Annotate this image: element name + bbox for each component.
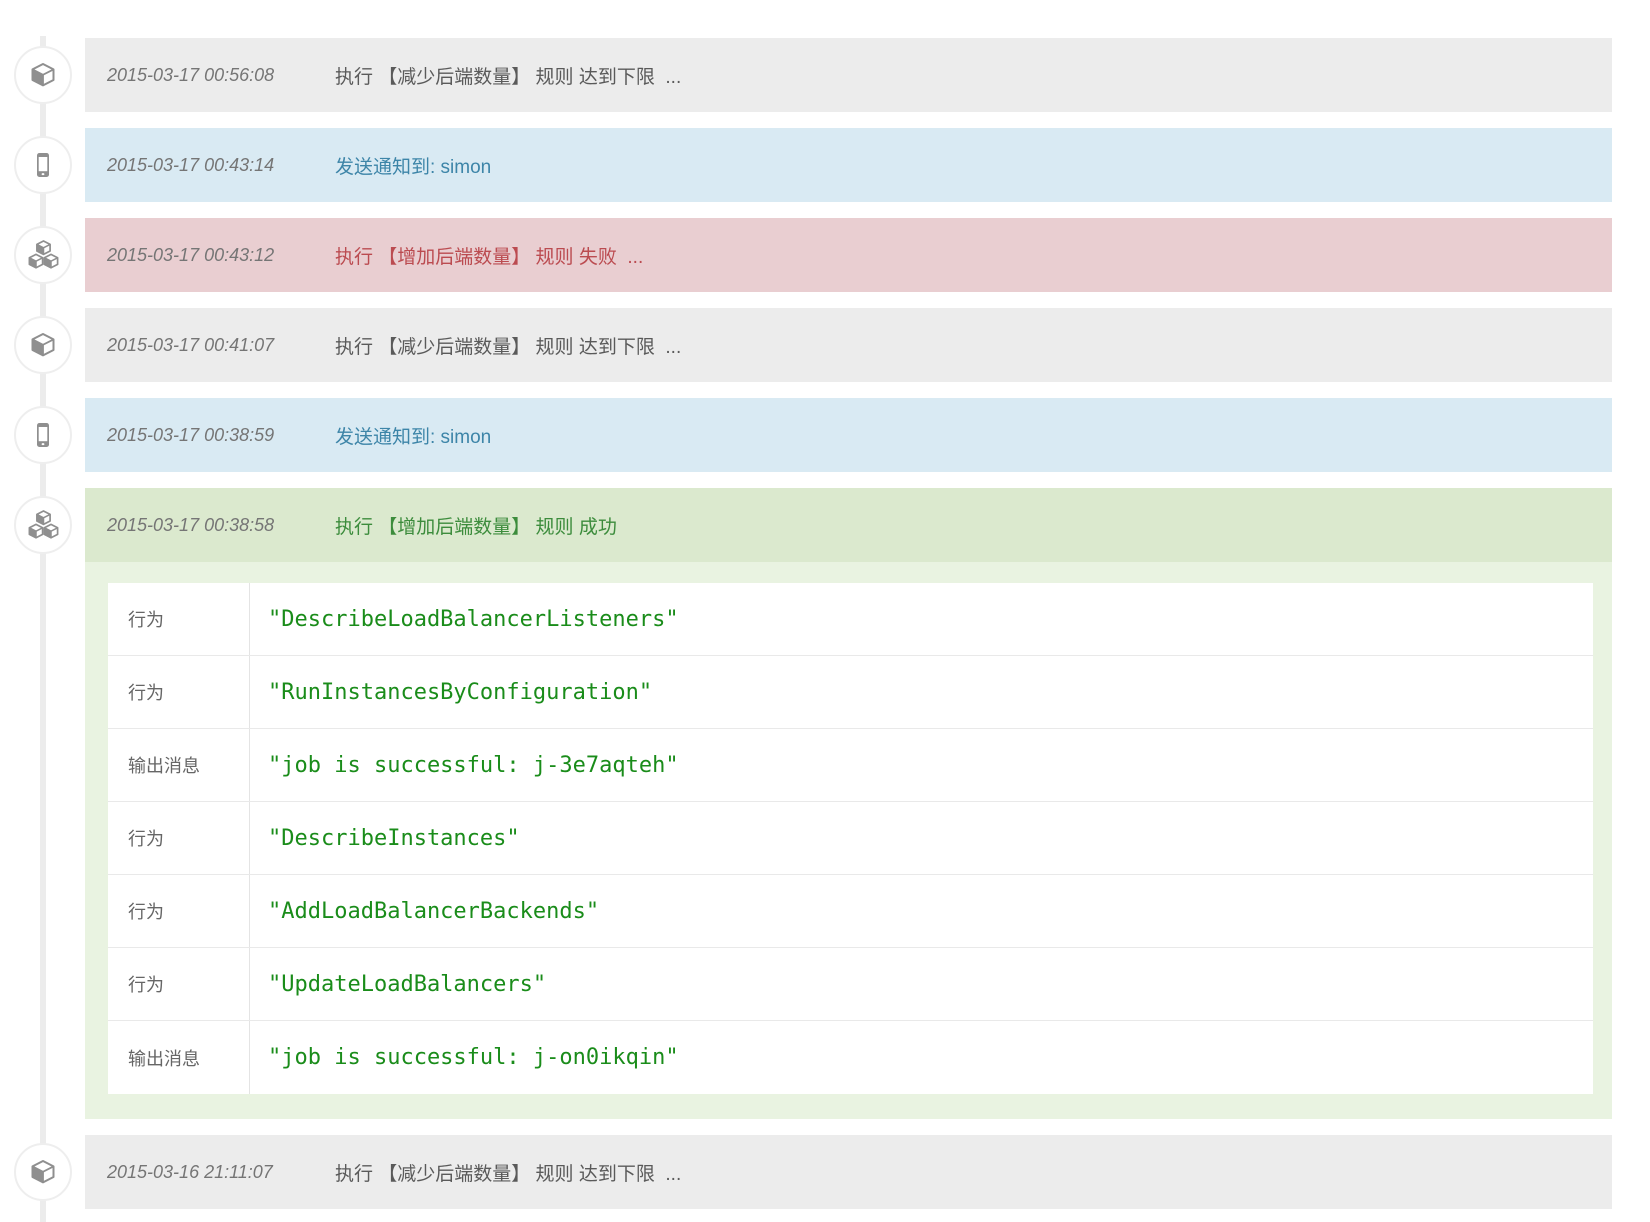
detail-label: 行为 [108,802,250,874]
detail-row: 行为 "RunInstancesByConfiguration" [108,656,1593,729]
detail-value: "AddLoadBalancerBackends" [250,875,1593,947]
event-timestamp: 2015-03-17 00:43:14 [107,155,335,176]
event-timestamp: 2015-03-17 00:56:08 [107,65,335,86]
event-header[interactable]: 2015-03-17 00:43:14 发送通知到: simon [85,128,1612,202]
event-timestamp: 2015-03-17 00:43:12 [107,245,335,266]
event-message: 执行 【减少后端数量】 规则 达到下限 ... [335,1159,681,1186]
event-message: 执行 【减少后端数量】 规则 达到下限 ... [335,62,681,89]
detail-label: 行为 [108,948,250,1020]
detail-value: "DescribeInstances" [250,802,1593,874]
detail-label: 输出消息 [108,1021,250,1094]
event-message: 发送通知到: simon [335,152,491,179]
cubes-icon [26,240,61,271]
event-header[interactable]: 2015-03-17 00:38:58 执行 【增加后端数量】 规则 成功 [85,488,1612,562]
detail-value: "RunInstancesByConfiguration" [250,656,1593,728]
detail-label: 输出消息 [108,729,250,801]
event-timestamp: 2015-03-17 00:41:07 [107,335,335,356]
detail-label: 行为 [108,656,250,728]
event-badge [14,136,72,194]
event-message: 执行 【减少后端数量】 规则 达到下限 ... [335,332,681,359]
event-row[interactable]: 2015-03-17 00:41:07 执行 【减少后端数量】 规则 达到下限 … [85,308,1612,382]
detail-value: "job is successful: j-3e7aqteh" [250,729,1593,801]
event-message: 发送通知到: simon [335,422,491,449]
event-row[interactable]: 2015-03-17 00:38:59 发送通知到: simon [85,398,1612,472]
detail-value: "UpdateLoadBalancers" [250,948,1593,1020]
event-message: 执行 【增加后端数量】 规则 失败 ... [335,242,643,269]
event-row[interactable]: 2015-03-17 00:43:12 执行 【增加后端数量】 规则 失败 ..… [85,218,1612,292]
event-message: 执行 【增加后端数量】 规则 成功 [335,512,617,539]
event-details: 行为 "DescribeLoadBalancerListeners" 行为 "R… [85,562,1612,1119]
detail-label: 行为 [108,875,250,947]
event-badge [14,1143,72,1201]
event-row[interactable]: 2015-03-17 00:38:58 执行 【增加后端数量】 规则 成功 行为… [85,488,1612,1119]
event-header[interactable]: 2015-03-17 00:41:07 执行 【减少后端数量】 规则 达到下限 … [85,308,1612,382]
detail-label: 行为 [108,583,250,655]
event-badge [14,226,72,284]
event-header[interactable]: 2015-03-17 00:38:59 发送通知到: simon [85,398,1612,472]
phone-icon [27,419,59,451]
detail-row: 行为 "DescribeLoadBalancerListeners" [108,583,1593,656]
cube-icon [27,59,59,91]
event-row[interactable]: 2015-03-17 00:43:14 发送通知到: simon [85,128,1612,202]
event-header[interactable]: 2015-03-16 21:11:07 执行 【减少后端数量】 规则 达到下限 … [85,1135,1612,1209]
detail-row: 行为 "DescribeInstances" [108,802,1593,875]
event-header[interactable]: 2015-03-17 00:43:12 执行 【增加后端数量】 规则 失败 ..… [85,218,1612,292]
event-row[interactable]: 2015-03-17 00:56:08 执行 【减少后端数量】 规则 达到下限 … [85,38,1612,112]
detail-row: 行为 "UpdateLoadBalancers" [108,948,1593,1021]
event-badge [14,496,72,554]
event-badge [14,46,72,104]
event-header[interactable]: 2015-03-17 00:56:08 执行 【减少后端数量】 规则 达到下限 … [85,38,1612,112]
cube-icon [27,329,59,361]
cubes-icon [26,510,61,541]
timeline-line [40,36,46,1222]
detail-table: 行为 "DescribeLoadBalancerListeners" 行为 "R… [108,583,1593,1094]
event-timestamp: 2015-03-16 21:11:07 [107,1162,335,1183]
event-badge [14,406,72,464]
detail-value: "job is successful: j-on0ikqin" [250,1021,1593,1094]
phone-icon [27,149,59,181]
event-list: 2015-03-17 00:56:08 执行 【减少后端数量】 规则 达到下限 … [85,38,1612,1222]
detail-row: 行为 "AddLoadBalancerBackends" [108,875,1593,948]
event-timestamp: 2015-03-17 00:38:59 [107,425,335,446]
event-row[interactable]: 2015-03-16 21:11:07 执行 【减少后端数量】 规则 达到下限 … [85,1135,1612,1209]
event-timestamp: 2015-03-17 00:38:58 [107,515,335,536]
detail-row: 输出消息 "job is successful: j-on0ikqin" [108,1021,1593,1094]
detail-value: "DescribeLoadBalancerListeners" [250,583,1593,655]
event-badge [14,316,72,374]
detail-row: 输出消息 "job is successful: j-3e7aqteh" [108,729,1593,802]
cube-icon [27,1156,59,1188]
